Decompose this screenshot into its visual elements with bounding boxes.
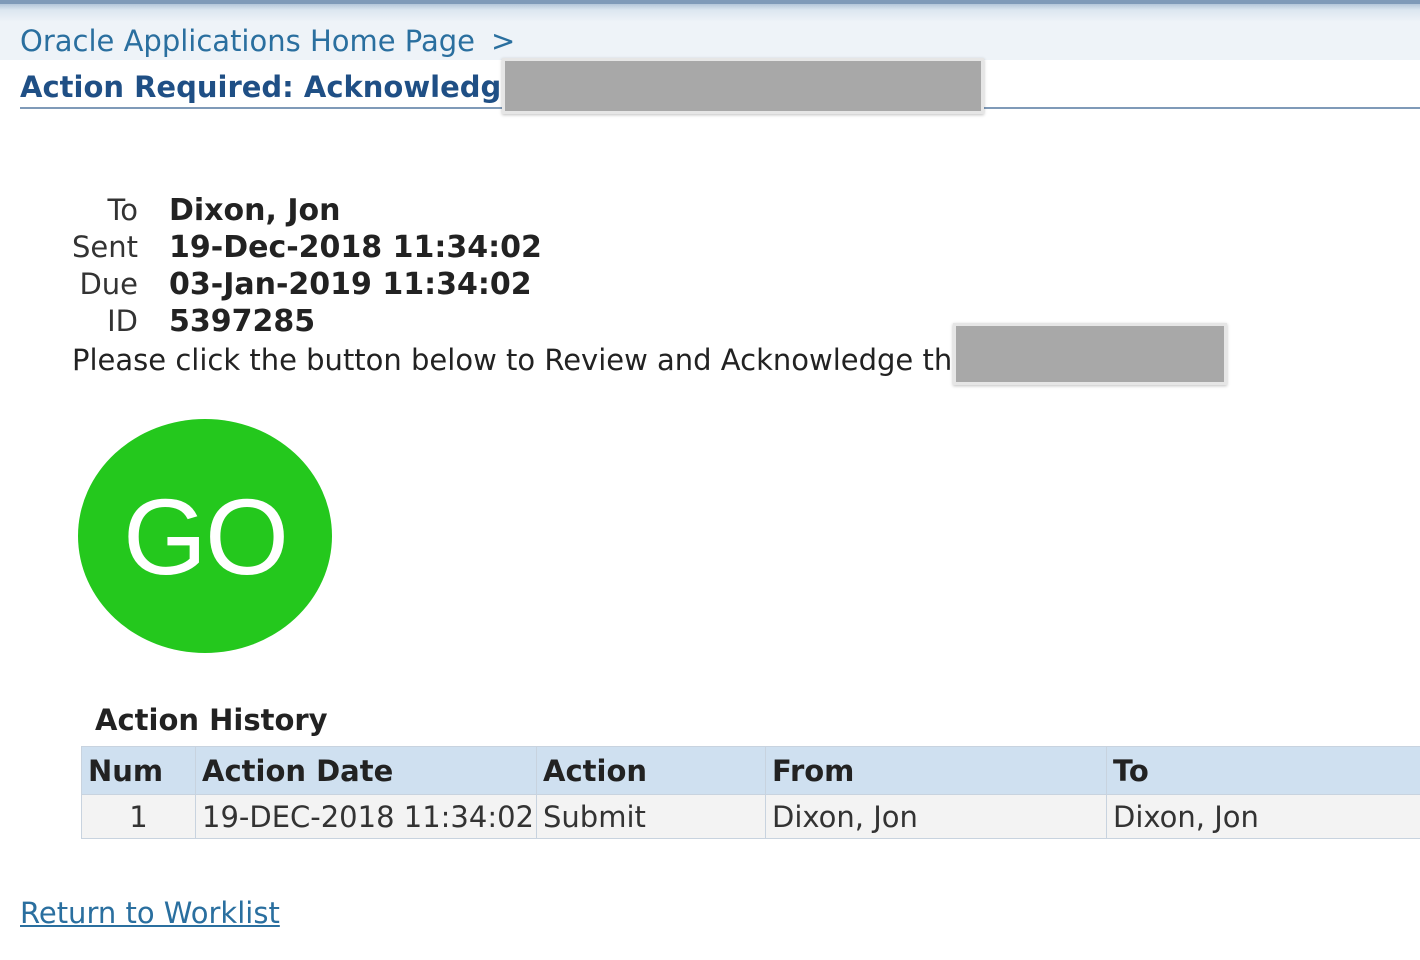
redacted-inline-block bbox=[953, 323, 1227, 385]
id-row: ID 5397285 bbox=[60, 303, 315, 339]
due-label: Due bbox=[79, 267, 138, 301]
column-header-action: Action bbox=[536, 746, 766, 795]
table-header-row: Num Action Date Action From To bbox=[81, 746, 1420, 795]
to-row: To Dixon, Jon bbox=[60, 192, 340, 228]
column-header-from: From bbox=[765, 746, 1107, 795]
cell-action-date: 19-DEC-2018 11:34:02 bbox=[195, 794, 537, 839]
notification-page: Oracle Applications Home Page > Action R… bbox=[0, 0, 1420, 960]
action-history-title: Action History bbox=[95, 703, 328, 737]
id-label: ID bbox=[107, 304, 138, 338]
breadcrumb-separator: > bbox=[491, 24, 516, 58]
cell-num: 1 bbox=[81, 794, 196, 839]
page-title: Action Required: Acknowledge bbox=[20, 70, 521, 104]
due-row: Due 03-Jan-2019 11:34:02 bbox=[60, 266, 532, 302]
column-header-num: Num bbox=[81, 746, 196, 795]
cell-from: Dixon, Jon bbox=[765, 794, 1107, 839]
cell-to: Dixon, Jon bbox=[1106, 794, 1420, 839]
column-header-to: To bbox=[1106, 746, 1420, 795]
sent-row: Sent 19-Dec-2018 11:34:02 bbox=[60, 229, 542, 265]
cell-action: Submit bbox=[536, 794, 766, 839]
sent-value: 19-Dec-2018 11:34:02 bbox=[169, 229, 542, 265]
to-value: Dixon, Jon bbox=[169, 192, 341, 228]
table-row: 1 19-DEC-2018 11:34:02 Submit Dixon, Jon… bbox=[81, 794, 1420, 839]
sent-label: Sent bbox=[71, 230, 138, 264]
instruction-text: Please click the button below to Review … bbox=[72, 343, 971, 377]
go-button[interactable]: GO bbox=[78, 419, 332, 653]
action-history-table: Num Action Date Action From To 1 19-DEC-… bbox=[81, 746, 1420, 839]
top-stripe bbox=[0, 0, 1420, 22]
breadcrumb-home-link[interactable]: Oracle Applications Home Page bbox=[20, 24, 475, 58]
return-to-worklist-link[interactable]: Return to Worklist bbox=[20, 896, 280, 932]
to-label: To bbox=[107, 193, 138, 227]
id-value: 5397285 bbox=[169, 303, 316, 339]
column-header-action-date: Action Date bbox=[195, 746, 537, 795]
redacted-title-block bbox=[502, 58, 984, 114]
breadcrumb: Oracle Applications Home Page > bbox=[20, 24, 515, 58]
due-value: 03-Jan-2019 11:34:02 bbox=[169, 266, 532, 302]
